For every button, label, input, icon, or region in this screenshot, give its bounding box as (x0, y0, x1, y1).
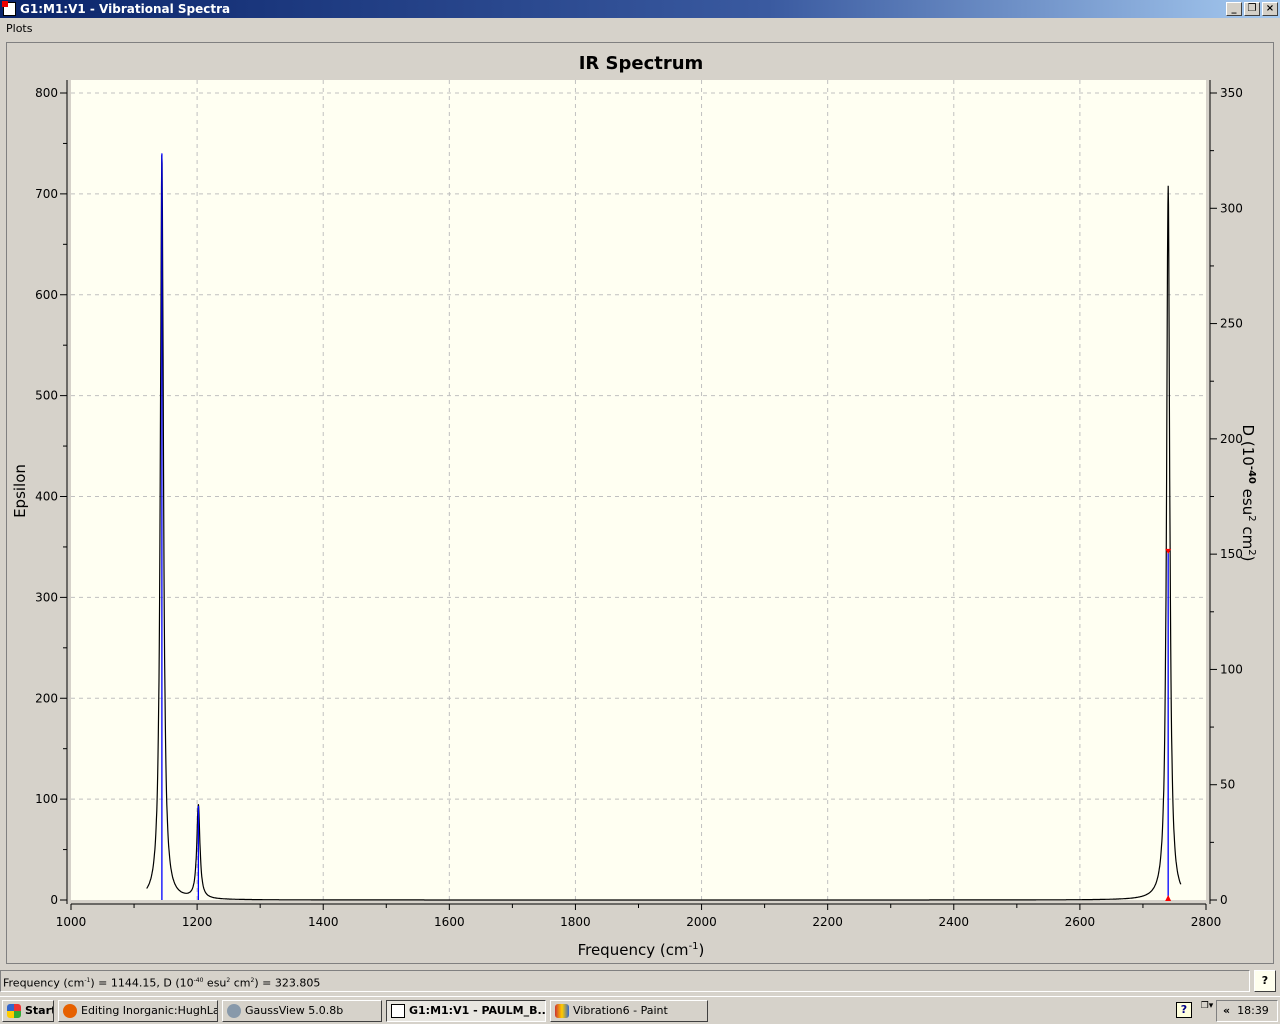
help-button[interactable]: ? (1254, 970, 1276, 992)
taskbar: Start Editing Inorganic:HughLa... GaussV… (0, 996, 1280, 1024)
gaussview-icon (227, 1004, 241, 1018)
document-icon (391, 1004, 405, 1018)
help-tray-icon[interactable]: ? (1176, 1002, 1192, 1018)
firefox-icon (63, 1004, 77, 1018)
y2-tick-label: 250 (1220, 317, 1243, 331)
x-axis-label: Frequency (cm-1) (578, 941, 705, 959)
taskbar-item-firefox[interactable]: Editing Inorganic:HughLa... (58, 1000, 218, 1022)
x-tick-label: 1600 (434, 915, 465, 929)
y-axis-label: Epsilon (11, 464, 29, 518)
x-tick-label: 2200 (812, 915, 843, 929)
y-tick-label: 400 (35, 490, 58, 504)
y-tick-label: 700 (35, 187, 58, 201)
x-tick-label: 2400 (939, 915, 970, 929)
close-button[interactable]: × (1262, 2, 1278, 16)
y2-tick-label: 300 (1220, 201, 1243, 215)
y-tick-label: 300 (35, 590, 58, 604)
start-button[interactable]: Start (2, 1000, 54, 1022)
clock: 18:39 (1237, 1004, 1269, 1017)
y2-tick-label: 100 (1220, 662, 1243, 676)
y2-tick-label: 350 (1220, 86, 1243, 100)
y2-tick-label: 0 (1220, 893, 1228, 907)
system-tray: « 18:39 (1216, 1000, 1278, 1022)
minimize-button[interactable]: _ (1226, 2, 1242, 16)
x-tick-label: 2800 (1191, 915, 1222, 929)
taskbar-item-gaussview[interactable]: GaussView 5.0.8b (222, 1000, 382, 1022)
x-tick-label: 2000 (686, 915, 717, 929)
taskbar-item-paint[interactable]: Vibration6 - Paint (550, 1000, 708, 1022)
y-tick-label: 0 (50, 893, 58, 907)
y2-axis-label: D (10-40 esu2 cm2) (1239, 425, 1257, 562)
y2-tick-label: 50 (1220, 778, 1235, 792)
maximize-button[interactable]: ❐ (1244, 2, 1260, 16)
x-tick-label: 1200 (182, 915, 213, 929)
x-tick-label: 1800 (560, 915, 591, 929)
paint-icon (555, 1004, 569, 1018)
x-tick-label: 1400 (308, 915, 339, 929)
title-bar: G1:M1:V1 - Vibrational Spectra _ ❐ × (0, 0, 1280, 18)
y-tick-label: 500 (35, 389, 58, 403)
chart-panel[interactable]: IR Spectrum 1000 1200 1400 1600 1800 2000 2200… (6, 42, 1274, 964)
menu-bar: Plots (0, 20, 1280, 38)
y-tick-label: 800 (35, 86, 58, 100)
y-tick-label: 200 (35, 691, 58, 705)
y-tick-label: 100 (35, 792, 58, 806)
status-bar: Frequency (cm-1) = 1144.15, D (10-40 esu… (0, 970, 1250, 992)
menu-plots[interactable]: Plots (6, 22, 32, 35)
chart-title: IR Spectrum (579, 53, 704, 74)
taskbar-item-spectra[interactable]: G1:M1:V1 - PAULM_B... (386, 1000, 546, 1022)
app-icon (2, 1, 16, 16)
window-title: G1:M1:V1 - Vibrational Spectra (20, 2, 231, 16)
x-tick-label: 2600 (1065, 915, 1096, 929)
x-tick-label: 1000 (56, 915, 87, 929)
plot-area[interactable] (71, 80, 1206, 900)
restore-tray-icon[interactable]: ❐▾ (1200, 1001, 1214, 1019)
tray-expand-button[interactable]: « (1223, 1004, 1230, 1017)
y-tick-label: 600 (35, 288, 58, 302)
ir-spectrum-chart[interactable]: IR Spectrum 1000 1200 1400 1600 1800 2000 2200… (7, 43, 1273, 963)
windows-logo-icon (7, 1004, 21, 1018)
